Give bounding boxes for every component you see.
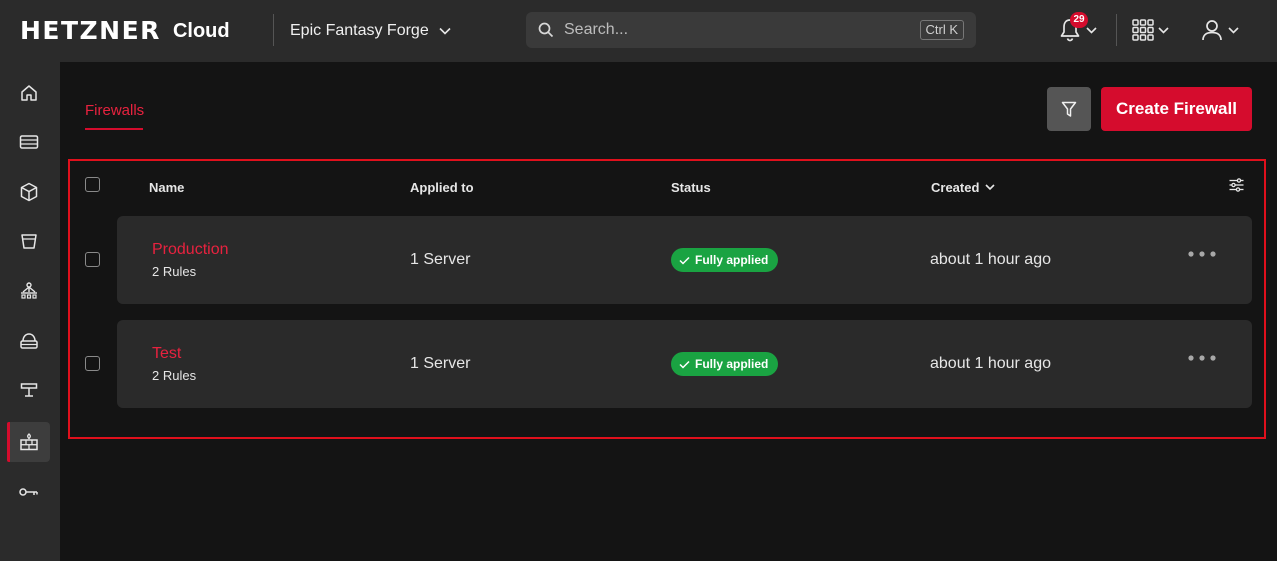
column-settings-icon[interactable] <box>1229 178 1244 192</box>
sidebar <box>0 62 60 561</box>
firewall-name-link[interactable]: Test <box>152 345 181 363</box>
sidebar-item-load-balancers[interactable] <box>7 271 50 311</box>
sidebar-item-volumes[interactable] <box>7 321 50 361</box>
sidebar-item-storage[interactable] <box>7 221 50 261</box>
status-label: Fully applied <box>695 357 769 371</box>
box-icon <box>20 182 37 202</box>
firewall-rules-count: 2 Rules <box>152 264 197 279</box>
divider <box>1116 14 1117 46</box>
apps-menu-button[interactable] <box>1132 15 1169 45</box>
applied-to[interactable]: 1 Server <box>410 355 470 373</box>
user-icon <box>1202 20 1222 41</box>
filter-icon <box>1061 101 1077 117</box>
search-icon <box>538 22 554 38</box>
status-badge: Fully applied <box>671 248 779 272</box>
bucket-icon <box>20 234 37 249</box>
sidebar-item-servers[interactable] <box>7 122 50 162</box>
sort-down-icon <box>985 184 995 191</box>
project-switcher[interactable]: Epic Fantasy Forge <box>290 17 451 45</box>
chevron-down-icon <box>1158 26 1169 34</box>
row-checkbox[interactable] <box>85 356 100 371</box>
top-bar: HETZNER Cloud Epic Fantasy Forge Ctrl K … <box>0 0 1277 62</box>
created-time: about 1 hour ago <box>930 251 1051 268</box>
home-icon <box>20 85 37 101</box>
row-checkbox[interactable] <box>85 252 100 267</box>
table-row[interactable]: Production 2 Rules 1 Server Fully applie… <box>117 216 1252 304</box>
status-badge: Fully applied <box>671 352 779 376</box>
sidebar-item-firewalls[interactable] <box>7 422 50 462</box>
search-shortcut: Ctrl K <box>919 20 964 40</box>
column-header-created[interactable]: Created <box>931 180 995 195</box>
firewall-icon <box>19 433 38 451</box>
filter-button[interactable] <box>1047 87 1091 131</box>
active-tab-indicator <box>85 128 143 130</box>
firewall-name-link[interactable]: Production <box>152 241 229 259</box>
check-icon <box>679 360 690 369</box>
table-row[interactable]: Test 2 Rules 1 Server Fully applied abou… <box>117 320 1252 408</box>
search-input[interactable] <box>564 12 904 48</box>
product-name: Cloud <box>172 20 230 42</box>
column-header-applied[interactable]: Applied to <box>410 180 474 195</box>
chevron-down-icon <box>1228 26 1239 34</box>
column-header-status[interactable]: Status <box>671 180 711 195</box>
tab-firewalls[interactable]: Firewalls <box>85 102 144 119</box>
sidebar-item-apps[interactable] <box>7 172 50 212</box>
check-icon <box>679 256 690 265</box>
sidebar-item-security[interactable] <box>7 472 50 512</box>
applied-to[interactable]: 1 Server <box>410 251 470 269</box>
network-icon <box>20 383 37 397</box>
divider <box>273 14 274 46</box>
servers-icon <box>19 135 38 149</box>
search-box[interactable]: Ctrl K <box>526 12 976 48</box>
grid-icon <box>1132 19 1154 41</box>
more-options-icon[interactable] <box>1187 250 1217 258</box>
notifications-button[interactable]: 29 <box>1058 12 1097 45</box>
load-balancer-icon <box>20 282 37 299</box>
create-firewall-button[interactable]: Create Firewall <box>1101 87 1252 131</box>
column-header-created-label: Created <box>931 180 980 195</box>
volume-icon <box>19 333 38 349</box>
more-options-icon[interactable] <box>1187 354 1217 362</box>
select-all-checkbox[interactable] <box>85 177 100 192</box>
firewall-rules-count: 2 Rules <box>152 368 197 383</box>
hetzner-logo: HETZNER <box>20 16 161 45</box>
brand[interactable]: HETZNER Cloud <box>20 16 230 46</box>
sidebar-item-home[interactable] <box>7 73 50 113</box>
created-time: about 1 hour ago <box>930 355 1051 372</box>
column-header-name[interactable]: Name <box>149 180 184 195</box>
project-name: Epic Fantasy Forge <box>290 22 429 39</box>
key-icon <box>18 488 38 496</box>
chevron-down-icon <box>439 27 451 35</box>
notification-badge: 29 <box>1070 12 1088 28</box>
sidebar-item-networks[interactable] <box>7 370 50 410</box>
status-label: Fully applied <box>695 253 769 267</box>
user-menu-button[interactable] <box>1200 15 1239 45</box>
chevron-down-icon <box>1086 26 1097 34</box>
